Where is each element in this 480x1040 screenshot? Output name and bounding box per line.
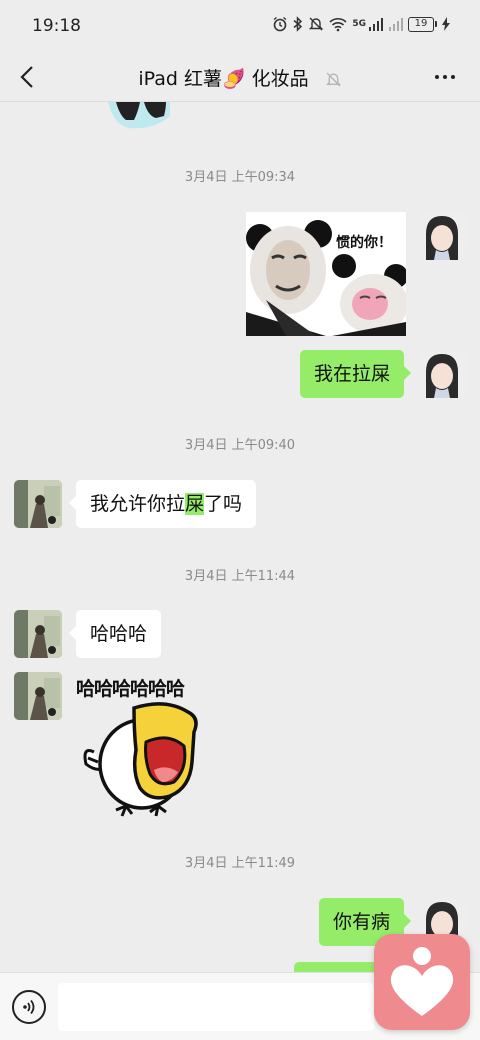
highlighted-text[interactable]: 屎 [185, 493, 205, 515]
wifi-icon [329, 17, 347, 31]
message-input[interactable] [58, 983, 374, 1031]
network-type: 5G [352, 19, 366, 29]
message-bubble-in[interactable]: 我允许你拉屎了吗 [68, 480, 257, 528]
battery-icon: 19 [408, 16, 437, 32]
charging-icon [442, 17, 450, 31]
voice-button[interactable] [12, 990, 46, 1024]
back-arrow-icon [20, 66, 33, 88]
chat-header: iPad 红薯🍠 化妆品 [0, 52, 480, 102]
message-text-part: 了吗 [204, 493, 243, 515]
silent-icon [309, 17, 324, 31]
timestamp: 3月4日 上午11:44 [184, 569, 296, 584]
mute-bell-icon [325, 72, 341, 87]
panda-meme-sticker[interactable]: 惯的你！ [246, 212, 406, 336]
chat-title-text: iPad 红薯🍠 化妆品 [138, 68, 309, 90]
timestamp: 3月4日 上午09:34 [184, 170, 296, 185]
floating-app-button[interactable] [374, 934, 470, 1030]
timestamp: 3月4日 上午09:40 [184, 438, 296, 453]
message-text-part: 我允许你拉 [90, 493, 186, 515]
status-icons: 5G 19 [272, 16, 450, 32]
back-button[interactable] [12, 60, 42, 94]
sticker-partial[interactable] [104, 102, 174, 130]
message-bubble-in[interactable]: 哈哈哈 [68, 610, 162, 658]
more-options-button[interactable] [428, 64, 462, 90]
alarm-icon [273, 16, 287, 32]
message-text: 我在拉屎 [313, 363, 390, 385]
sticker-caption: 惯的你！ [336, 235, 392, 251]
duck-laughing-sticker[interactable]: 哈哈哈哈哈哈 [74, 674, 224, 820]
signal-icon-2 [389, 18, 403, 31]
voice-icon [23, 999, 35, 1015]
avatar-other[interactable] [14, 610, 62, 658]
avatar-self[interactable] [418, 212, 466, 260]
more-dots-icon [435, 75, 439, 79]
status-time: 19:18 [32, 16, 81, 36]
avatar-other[interactable] [14, 672, 62, 720]
bluetooth-icon [293, 16, 303, 32]
avatar-other[interactable] [14, 480, 62, 528]
chat-title: iPad 红薯🍠 化妆品 [80, 64, 400, 91]
signal-icon [369, 18, 383, 31]
timestamp: 3月4日 上午11:49 [184, 856, 296, 871]
avatar-self[interactable] [418, 350, 466, 398]
status-bar: 19:18 5G 19 [0, 0, 480, 52]
message-bubble-out[interactable]: 我在拉屎 [299, 350, 412, 398]
message-text: 哈哈哈 [90, 623, 148, 645]
battery-level: 19 [408, 16, 434, 32]
message-text: 你有病 [332, 911, 390, 933]
sticker-text: 哈哈哈哈哈哈 [76, 678, 185, 700]
heart-app-icon [390, 947, 454, 1016]
